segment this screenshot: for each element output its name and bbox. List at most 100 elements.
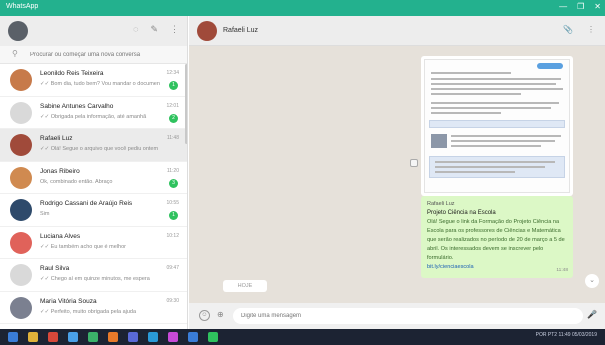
search-input[interactable]	[30, 49, 178, 60]
menu-icon[interactable]: ⋮	[170, 24, 179, 35]
doc-line	[431, 107, 551, 109]
message-body: Olá! Segue o link da Formação do Projeto…	[427, 219, 565, 261]
conversation-menu-icon[interactable]: ⋮	[587, 25, 595, 34]
chat-avatar	[10, 199, 32, 221]
chrome-icon[interactable]	[48, 332, 58, 342]
chat-name: Raul Silva	[40, 265, 70, 272]
chat-avatar	[10, 296, 32, 319]
edge-icon[interactable]	[68, 332, 78, 342]
chat-avatar	[10, 231, 32, 254]
conversation-actions: 📎 ⋮	[563, 25, 595, 34]
new-chat-icon[interactable]: ✎	[150, 24, 158, 35]
chat-preview: ✓✓ Perfeito, muito obrigada pela ajuda	[40, 308, 137, 315]
chat-name: Luciana Alves	[40, 232, 81, 240]
doc-line	[451, 145, 541, 147]
chat-time: 10:55	[166, 200, 179, 206]
emoji-icon[interactable]: ☺	[199, 310, 210, 321]
chat-avatar	[10, 264, 32, 286]
message-time: 11:48	[556, 268, 568, 273]
chat-list-item[interactable]: Leonildo Reis Teixeira ✓✓ Bom dia, tudo b…	[0, 64, 187, 97]
doc-line	[451, 135, 561, 137]
chat-preview: ✓✓ Olá! Segue o arquivo que você pediu o…	[40, 146, 159, 152]
chat-avatar	[10, 166, 32, 189]
doc-line	[431, 93, 521, 95]
chat-list-item[interactable]: Rafaeli Luz ✓✓ Olá! Segue o arquivo que v…	[0, 129, 187, 162]
contact-name[interactable]: Rafaeli Luz	[223, 27, 258, 34]
chat-list-item[interactable]: Luciana Alves ✓✓ Eu também acho que é mel…	[0, 227, 187, 259]
app-icon[interactable]	[128, 332, 138, 342]
search-icon: ⚲	[12, 49, 18, 58]
doc-highlight-box	[429, 120, 565, 128]
chat-time: 09:47	[166, 265, 179, 271]
app-icon[interactable]	[168, 332, 178, 342]
doc-line	[435, 166, 545, 168]
document-preview	[424, 59, 570, 193]
chat-preview: ✓✓ Bom dia, tudo bem? Vou mandar o docum…	[40, 81, 160, 87]
close-button[interactable]: ✕	[594, 2, 601, 11]
system-tray[interactable]: POR PT2 11:49 05/03/2019	[536, 332, 597, 338]
message-input[interactable]	[233, 308, 583, 324]
message-link[interactable]: bit.ly/cienciaescola	[427, 263, 567, 272]
search-bar: ⚲	[0, 46, 187, 64]
app-icon[interactable]	[188, 332, 198, 342]
chat-list-item[interactable]: Rodrigo Cassani de Araújo Reis Sim 10:55 1	[0, 194, 187, 227]
doc-line	[435, 171, 515, 173]
message-sender: Rafaeli Luz	[427, 201, 455, 207]
chat-avatar	[10, 69, 32, 91]
sidebar-actions: ◌ ✎ ⋮	[133, 24, 179, 35]
microphone-icon[interactable]: 🎤	[587, 310, 597, 319]
chat-preview: ✓✓ Eu também acho que é melhor	[40, 243, 126, 250]
chat-list-item[interactable]: Sabine Antunes Carvalho ✓✓ Obrigada pela …	[0, 97, 187, 129]
scroll-down-button[interactable]: ⌄	[585, 274, 599, 288]
doc-line	[435, 161, 555, 163]
app-icon[interactable]	[148, 332, 158, 342]
chat-time: 09:30	[166, 297, 179, 304]
chat-preview: ✓✓ Chego aí em quinze minutos, me espera	[40, 276, 150, 282]
maximize-button[interactable]: ❐	[577, 2, 584, 11]
attach-icon[interactable]: 📎	[563, 25, 573, 34]
chat-list: Leonildo Reis Teixeira ✓✓ Bom dia, tudo b…	[0, 64, 187, 329]
start-icon[interactable]	[8, 332, 18, 342]
message-title: Projeto Ciência na Escola	[427, 210, 496, 216]
chat-name: Rafaeli Luz	[40, 135, 73, 142]
chat-list-item[interactable]: Jonas Ribeiro Ok, combinado então. Abraço…	[0, 162, 187, 194]
window-title: WhatsApp	[6, 3, 39, 10]
doc-line	[431, 112, 501, 114]
chat-name: Leonildo Reis Teixeira	[40, 70, 104, 77]
sidebar-header: ◌ ✎ ⋮	[0, 16, 187, 46]
window-titlebar: WhatsApp — ❐ ✕	[0, 0, 605, 16]
conversation-header: Rafaeli Luz 📎 ⋮	[189, 16, 605, 46]
unread-badge: 2	[169, 113, 178, 123]
doc-line	[431, 88, 563, 90]
chat-name: Maria Vitória Souza	[40, 297, 97, 305]
chat-name: Jonas Ribeiro	[40, 167, 80, 175]
windows-taskbar: POR PT2 11:49 05/03/2019	[0, 329, 605, 345]
unread-badge: 1	[169, 211, 178, 220]
outgoing-message[interactable]: Rafaeli Luz Projeto Ciência na Escola Ol…	[421, 196, 573, 278]
sidebar-scrollbar[interactable]	[185, 64, 187, 144]
minimize-button[interactable]: —	[559, 2, 567, 11]
chat-avatar	[10, 134, 32, 156]
whatsapp-taskbar-icon[interactable]	[208, 332, 218, 342]
forward-icon[interactable]	[410, 159, 418, 167]
app-icon[interactable]	[108, 332, 118, 342]
contact-avatar[interactable]	[197, 21, 217, 41]
unread-badge: 1	[169, 81, 178, 90]
conversation-panel: Rafaeli Luz 📎 ⋮ Rafaeli Luz Projeto Ciên…	[189, 16, 605, 329]
my-avatar[interactable]	[8, 21, 28, 41]
doc-figure	[431, 134, 447, 148]
doc-line	[431, 102, 559, 104]
chat-preview: Ok, combinado então. Abraço	[40, 178, 113, 185]
file-explorer-icon[interactable]	[28, 332, 38, 342]
status-icon[interactable]: ◌	[133, 24, 138, 35]
chat-preview: ✓✓ Obrigada pela informação, até amanhã	[40, 113, 147, 120]
unread-badge: 3	[169, 178, 178, 188]
doc-line	[431, 72, 511, 74]
chat-list-item[interactable]: Raul Silva ✓✓ Chego aí em quinze minutos,…	[0, 259, 187, 292]
chat-list-item[interactable]: Maria Vitória Souza ✓✓ Perfeito, muito ob…	[0, 292, 187, 324]
window-controls: — ❐ ✕	[559, 2, 601, 11]
attach-file-icon[interactable]: ⊕	[217, 310, 224, 319]
document-image-message[interactable]	[421, 56, 573, 196]
chat-time: 12:34	[166, 70, 179, 76]
store-icon[interactable]	[88, 332, 98, 342]
